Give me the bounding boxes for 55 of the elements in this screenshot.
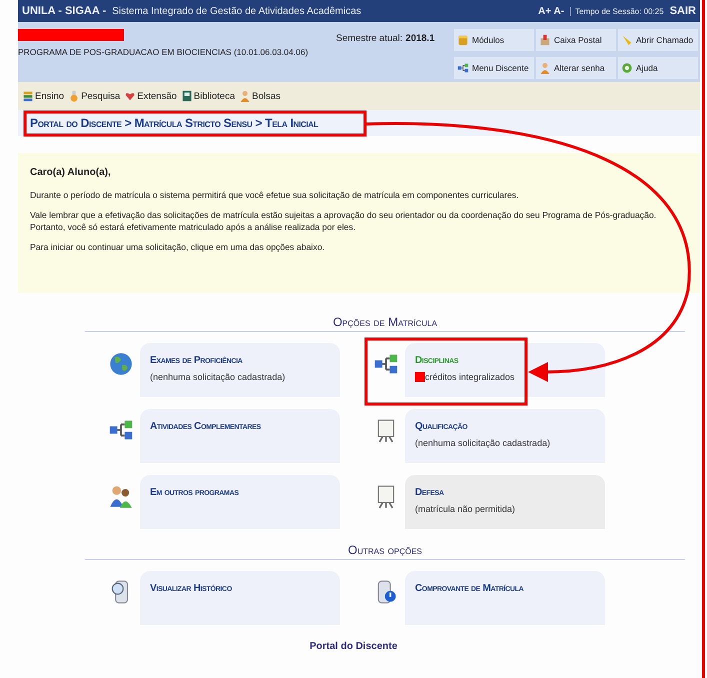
system-acronym: UNILA - SIGAA - [22,5,106,17]
menu-item[interactable]: Bolsas [238,90,280,102]
semester-label: Semestre atual: [336,33,403,46]
option-title[interactable]: Exames de Proficiência [150,355,330,366]
option-title[interactable]: Comprovante de Matrícula [415,583,595,594]
flask-icon [68,90,80,102]
option-title[interactable]: Visualizar Histórico [150,583,330,594]
menu-item[interactable]: Ensino [22,90,64,102]
book-icon [180,90,193,102]
program-name: PROGRAMA DE POS-GRADUACAO EM BIOCIENCIAS (10.01.06.03.04.06) [18,47,310,57]
person-icon [238,90,251,102]
option-card[interactable]: Atividades Complementares [140,409,340,463]
option-title[interactable]: Atividades Complementares [150,421,330,432]
exit-link[interactable]: SAIR [670,5,696,17]
option-title[interactable]: Em outros programas [150,487,330,498]
option-card[interactable]: Comprovante de Matrícula [405,571,605,625]
info-paragraph: Para iniciar ou continuar uma solicitação, clique em uma das opções abaixo. [30,241,326,253]
shortcut-button[interactable]: Ajuda [618,56,698,78]
option-card[interactable]: Visualizar Histórico [140,571,340,625]
system-name: Sistema Integrado de Gestão de Atividades Acadêmicas [112,6,362,16]
option-card[interactable]: Exames de Proficiência (nenhuma solicitação cadastrada) [140,343,340,397]
option-card[interactable]: Disciplinas créditos integralizados [405,343,605,397]
tree-icon [457,62,469,74]
footer-link[interactable]: Portal do Discente [0,641,707,652]
heart-icon [124,90,136,102]
shortcut-button[interactable]: Abrir Chamado [618,29,698,51]
option-status: (nenhuma solicitação cadastrada) [150,372,286,382]
option-status: (matrícula não permitida) [415,504,516,514]
shortcut-button[interactable]: Menu Discente [454,56,534,78]
shortcut-button[interactable]: Alterar senha [536,56,616,78]
font-size-links[interactable]: A+ A- [538,6,564,16]
info-paragraph: Durante o período de matrícula o sistema permitirá que você efetue sua solicitação de matrícula em componentes curriculares. [30,189,520,201]
option-status: (nenhuma solicitação cadastrada) [415,438,550,448]
help-icon [621,62,633,74]
greeting-text: Caro(a) Aluno(a), [30,166,112,179]
breadcrumb: Portal do Discente > Matrícula Stricto Sensu > Tela Inicial [30,116,318,130]
semester-value: 2018.1 [406,33,435,46]
option-title[interactable]: Qualificação [415,421,595,432]
person-icon [539,62,551,74]
menu-item[interactable]: Pesquisa [68,90,120,102]
shortcut-button[interactable]: Caixa Postal [536,29,616,51]
session-timer: Tempo de Sessão: 00:25 [570,6,664,16]
option-card[interactable]: Qualificação (nenhuma solicitação cadastrada) [405,409,605,463]
box-icon [457,34,469,46]
globe-icon [108,351,134,377]
redaction-square [415,372,425,382]
section-title: Opções de Matrícula [85,315,685,332]
menu-item[interactable]: Extensão [124,90,177,102]
option-status: créditos integralizados [425,372,515,382]
info-paragraph: Vale lembrar que a efetivação das solicitações de matrícula estão sujeitas a aprovação do seu orientador ou da coordenação do seu Programa de Pós-graduação. Portanto, você só estará efetivamente matriculado após a análise realizada por eles. [30,209,658,233]
shortcut-button[interactable]: Módulos [454,29,534,51]
section-title: Outras opções [85,543,685,560]
books-icon [22,90,34,102]
option-card[interactable]: Em outros programas [140,475,340,529]
menu-item[interactable]: Biblioteca [180,90,235,102]
